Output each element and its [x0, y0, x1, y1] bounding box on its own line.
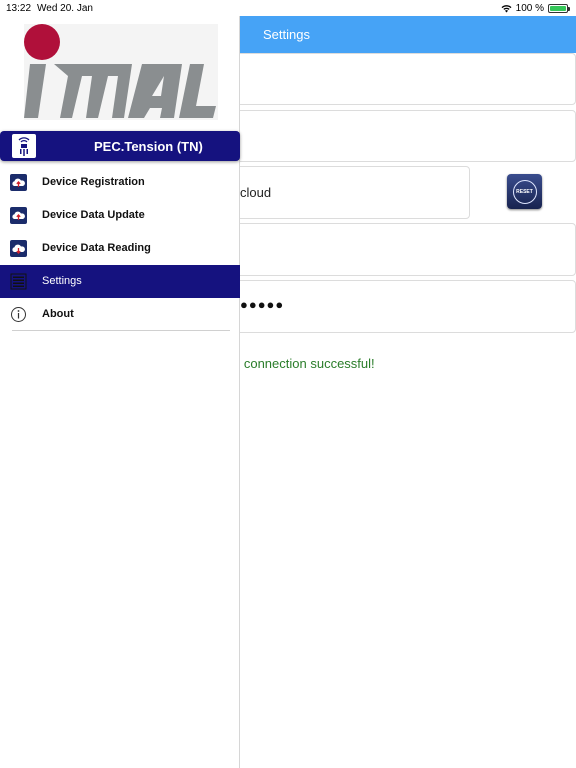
battery-icon — [548, 3, 570, 13]
side-drawer — [0, 16, 240, 768]
menu-item-about[interactable]: About — [0, 298, 240, 331]
connection-status-message: d connection successful! — [233, 356, 375, 371]
menu-item-device-registration[interactable]: Device Registration — [0, 166, 240, 199]
reset-button[interactable]: RESET — [507, 174, 542, 209]
drawer-title: PEC.Tension (TN) — [94, 139, 203, 154]
reset-icon: RESET — [512, 179, 537, 204]
battery-fill — [550, 5, 566, 11]
menu-item-label: Device Registration — [42, 176, 145, 188]
settings-field-2[interactable] — [230, 110, 576, 162]
cloud-icon — [10, 207, 27, 224]
menu-item-label: Device Data Reading — [42, 242, 151, 254]
info-icon — [11, 307, 26, 322]
menu-item-label: Settings — [42, 275, 82, 287]
imal-logo — [24, 24, 218, 120]
list-icon — [10, 273, 27, 290]
battery-percent: 100 % — [515, 2, 544, 14]
password-value: ●●●●● — [240, 297, 285, 312]
cloud-icon — [10, 174, 27, 191]
menu-item-settings[interactable]: Settings — [0, 265, 240, 298]
cloud-icon — [10, 240, 27, 257]
menu-item-device-data-reading[interactable]: Device Data Reading — [0, 232, 240, 265]
settings-field-4[interactable] — [230, 223, 576, 276]
menu-item-label: Device Data Update — [42, 209, 145, 221]
settings-field-3-value: cloud — [240, 185, 272, 200]
wifi-icon — [501, 4, 512, 12]
menu-divider — [12, 330, 230, 331]
page-title: Settings — [263, 27, 310, 42]
sensor-icon — [12, 134, 36, 158]
menu-item-device-data-update[interactable]: Device Data Update — [0, 199, 240, 232]
status-time: 13:22 — [6, 3, 32, 14]
menu-item-label: About — [42, 308, 74, 320]
status-date: Wed 20. Jan — [37, 3, 93, 14]
settings-field-1[interactable] — [230, 53, 576, 105]
status-indicators: 100 % — [501, 2, 570, 14]
